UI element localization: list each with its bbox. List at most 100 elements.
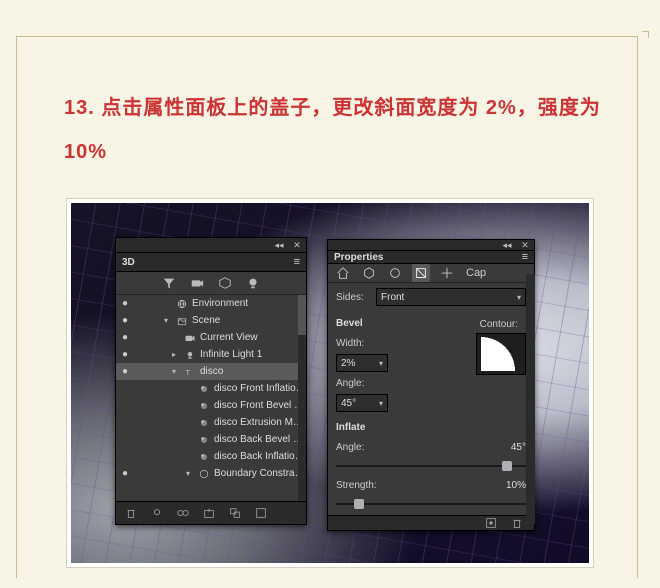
inflate-angle-slider[interactable] xyxy=(336,465,526,467)
tree-row[interactable]: disco Back Bevel Material xyxy=(116,431,306,448)
panel-properties: ◂◂ ✕ Properties ≡ Cap Sides: Front xyxy=(327,239,535,531)
tree-row[interactable]: ● ▾ Scene xyxy=(116,312,306,329)
tree-row[interactable]: ● ▾ Tdisco xyxy=(116,363,306,380)
mat-icon xyxy=(198,451,210,463)
reset-icon[interactable] xyxy=(484,516,498,530)
camera-icon xyxy=(184,332,196,344)
sides-label: Sides: xyxy=(336,292,370,303)
slider-thumb[interactable] xyxy=(354,499,364,509)
mat-icon xyxy=(198,434,210,446)
contour-preview[interactable] xyxy=(476,333,526,375)
tree-scrollbar[interactable] xyxy=(298,295,306,501)
chevron-down-icon: ▾ xyxy=(517,293,521,302)
material-icon[interactable] xyxy=(386,264,404,282)
slider-thumb[interactable] xyxy=(502,461,512,471)
bevel-angle-dropdown[interactable]: 45° ▾ xyxy=(336,394,388,412)
scene-tree: ● Environment ● ▾ Scene ● Current View ● ▸ Infini… xyxy=(116,295,306,501)
panel-3d-head: ◂◂ ✕ xyxy=(116,238,306,253)
tree-item-label: Boundary Constraint 1 xyxy=(214,468,306,479)
scene-icon xyxy=(176,315,188,327)
tree-item-label: disco Back Bevel Material xyxy=(214,434,306,445)
visibility-toggle[interactable]: ● xyxy=(120,315,130,326)
chevron-down-icon: ▾ xyxy=(379,359,383,368)
new-layer-icon[interactable] xyxy=(202,506,216,520)
panel-3d-footbar xyxy=(116,501,306,524)
tree-row[interactable]: disco Extrusion Material xyxy=(116,414,306,431)
sides-value: Front xyxy=(381,292,404,303)
screenshot-figure: ◂◂ ✕ 3D ≡ ● Environment ● ▾ Scene ● Current Vi… xyxy=(66,198,594,568)
tree-row[interactable]: ● Environment xyxy=(116,295,306,312)
tab-properties[interactable]: Properties xyxy=(334,252,383,263)
fx-icon[interactable] xyxy=(176,506,190,520)
panel-menu-icon[interactable]: ≡ xyxy=(522,251,528,263)
properties-toolbar: Cap xyxy=(328,264,534,283)
visibility-toggle[interactable]: ● xyxy=(120,349,130,360)
group-icon[interactable] xyxy=(228,506,242,520)
visibility-toggle[interactable]: ● xyxy=(120,298,130,309)
panel-prop-tabrow: Properties ≡ xyxy=(328,251,534,264)
step-instruction: 13. 点击属性面板上的盖子，更改斜面宽度为 2%，强度为 10% xyxy=(64,86,604,174)
render-icon[interactable] xyxy=(254,506,268,520)
disclosure-triangle[interactable]: ▸ xyxy=(172,350,180,359)
inflate-angle-label: Angle: xyxy=(336,442,370,453)
box-icon[interactable] xyxy=(218,276,232,290)
tree-row[interactable]: disco Front Bevel Material xyxy=(116,397,306,414)
collapse-icon[interactable]: ◂◂ xyxy=(274,240,284,250)
bevel-width-label: Width: xyxy=(336,338,370,349)
tree-item-label: Scene xyxy=(192,315,306,326)
chevron-down-icon: ▾ xyxy=(379,399,383,408)
cap-label: Cap xyxy=(466,267,486,279)
constr-icon xyxy=(198,468,210,480)
inflate-angle-value: 45° xyxy=(496,442,526,453)
properties-body: Sides: Front ▾ Bevel Contour: ▾ Width: 2… xyxy=(328,283,534,515)
panel-prop-head: ◂◂ ✕ xyxy=(328,240,534,251)
inflate-strength-value: 10% xyxy=(496,480,526,491)
tree-item-label: disco Extrusion Material xyxy=(214,417,306,428)
inflate-strength-label: Strength: xyxy=(336,480,386,491)
lightbulb-icon[interactable] xyxy=(150,506,164,520)
inflate-strength-slider[interactable] xyxy=(336,503,526,505)
trash-icon[interactable] xyxy=(124,506,138,520)
panel-menu-icon[interactable]: ≡ xyxy=(294,256,300,268)
bevel-angle-value: 45° xyxy=(341,398,356,409)
panel-3d-toolbar xyxy=(116,272,306,295)
properties-footbar xyxy=(328,515,534,530)
tree-item-label: disco Front Bevel Material xyxy=(214,400,306,411)
visibility-toggle[interactable]: ● xyxy=(120,332,130,343)
svg-text:T: T xyxy=(186,368,191,377)
cap-icon[interactable] xyxy=(412,264,430,282)
coord-icon[interactable] xyxy=(438,264,456,282)
disclosure-triangle[interactable]: ▾ xyxy=(186,469,194,478)
mat-icon xyxy=(198,383,210,395)
tree-item-label: Infinite Light 1 xyxy=(200,349,306,360)
inflate-section: Inflate xyxy=(336,419,526,435)
properties-scrollbar[interactable] xyxy=(526,274,535,524)
sides-dropdown[interactable]: Front ▾ xyxy=(376,288,526,306)
bevel-width-dropdown[interactable]: 2% ▾ xyxy=(336,354,388,372)
camera-icon[interactable] xyxy=(190,276,204,290)
trash-icon[interactable] xyxy=(510,516,524,530)
close-icon[interactable]: ✕ xyxy=(292,240,302,250)
home-icon[interactable] xyxy=(334,264,352,282)
light-icon xyxy=(184,349,196,361)
tab-3d[interactable]: 3D xyxy=(122,257,135,268)
collapse-icon[interactable]: ◂◂ xyxy=(502,240,512,250)
tree-item-label: Current View xyxy=(200,332,306,343)
tree-item-label: Environment xyxy=(192,298,306,309)
tree-row[interactable]: disco Back Inflation Mate... xyxy=(116,448,306,465)
panel-3d-tabrow: 3D ≡ xyxy=(116,253,306,272)
tree-item-label: disco xyxy=(200,366,306,377)
tree-row[interactable]: ● ▸ Infinite Light 1 xyxy=(116,346,306,363)
close-icon[interactable]: ✕ xyxy=(520,240,530,250)
visibility-toggle[interactable]: ● xyxy=(120,366,130,377)
disclosure-triangle[interactable]: ▾ xyxy=(172,367,180,376)
tree-row[interactable]: disco Front Inflation Mat... xyxy=(116,380,306,397)
filter-icon[interactable] xyxy=(162,276,176,290)
disclosure-triangle[interactable]: ▾ xyxy=(164,316,172,325)
tree-row[interactable]: ● Current View xyxy=(116,329,306,346)
tree-row[interactable]: ● ▾ Boundary Constraint 1 xyxy=(116,465,306,482)
mat-icon xyxy=(198,417,210,429)
mesh-icon[interactable] xyxy=(360,264,378,282)
visibility-toggle[interactable]: ● xyxy=(120,468,130,479)
lightbulb-icon[interactable] xyxy=(246,276,260,290)
